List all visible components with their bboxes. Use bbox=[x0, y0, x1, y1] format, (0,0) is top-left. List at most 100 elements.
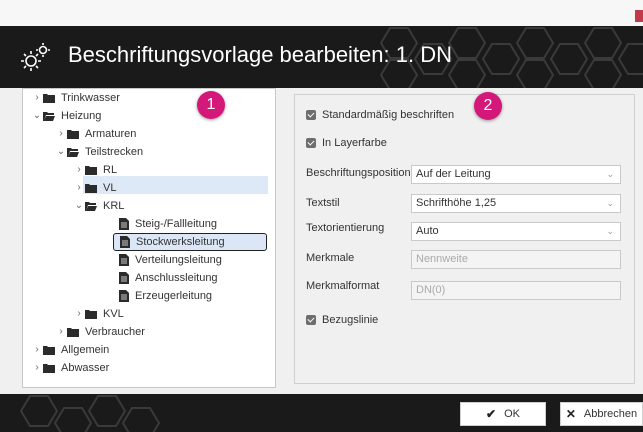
tree-item-vl[interactable]: › VL bbox=[73, 179, 116, 197]
tree-item-stockwerksleitung[interactable]: Stockwerksleitung bbox=[113, 233, 267, 251]
tree-item-trinkwasser[interactable]: › Trinkwasser bbox=[31, 89, 120, 107]
folder-icon bbox=[85, 165, 97, 175]
chevron-right-icon[interactable]: › bbox=[73, 161, 85, 179]
feature-format-field: DN(0) bbox=[411, 281, 621, 300]
tree-item-teilstrecken[interactable]: ⌄ Teilstrecken bbox=[55, 143, 143, 161]
layer-color-checkbox[interactable]: In Layerfarbe bbox=[306, 135, 387, 151]
tree-panel: 1 › Trinkwasser ⌄ Heizung › Armaturen ⌄ … bbox=[22, 88, 276, 388]
checkmark-icon: ✔ bbox=[486, 407, 497, 421]
checkbox-checked-icon[interactable] bbox=[306, 315, 316, 325]
tree-item-kvl[interactable]: › KVL bbox=[73, 305, 124, 323]
tree-item-label: Anschlussleitung bbox=[135, 272, 218, 284]
orientation-value: Auto bbox=[416, 225, 439, 237]
folder-open-icon bbox=[85, 201, 97, 211]
tree-item-label: Teilstrecken bbox=[85, 146, 144, 158]
folder-icon bbox=[85, 183, 97, 193]
tree-item-label: Verbraucher bbox=[85, 326, 145, 338]
tree-item-steig-fallleitung[interactable]: Steig-/Fallleitung bbox=[119, 215, 217, 233]
chevron-right-icon[interactable]: › bbox=[31, 89, 43, 107]
tree-item-label: Allgemein bbox=[61, 344, 110, 356]
tree-item-label: Stockwerksleitung bbox=[136, 236, 225, 248]
tree-item-label: Steig-/Fallleitung bbox=[135, 218, 217, 230]
document-icon bbox=[119, 290, 129, 302]
folder-icon bbox=[43, 345, 55, 355]
feature-format-label: Merkmalformat bbox=[306, 280, 380, 292]
tree-item-label: KRL bbox=[103, 200, 125, 212]
ok-label: OK bbox=[504, 408, 520, 420]
feature-format-placeholder: DN(0) bbox=[416, 284, 446, 296]
folder-open-icon bbox=[43, 111, 55, 121]
textstyle-dropdown[interactable]: Schrifthöhe 1,25 ⌄ bbox=[411, 194, 621, 213]
tree-item-label: KVL bbox=[103, 308, 124, 320]
chevron-down-icon: ⌄ bbox=[606, 198, 614, 208]
tree-item-label: Verteilungsleitung bbox=[135, 254, 222, 266]
chevron-right-icon[interactable]: › bbox=[31, 359, 43, 377]
standard-label-checkbox[interactable]: Standardmäßig beschriften bbox=[306, 107, 454, 123]
dialog-footer: ✔ OK ✕ Abbrechen bbox=[0, 394, 643, 432]
folder-icon bbox=[43, 363, 55, 373]
tree-item-heizung[interactable]: ⌄ Heizung bbox=[31, 107, 102, 125]
features-label: Merkmale bbox=[306, 252, 355, 264]
tree-item-label: RL bbox=[103, 164, 118, 176]
document-icon bbox=[119, 218, 129, 230]
folder-icon bbox=[67, 129, 79, 139]
hexagon-pattern bbox=[20, 395, 161, 432]
tree-item-label: Abwasser bbox=[61, 362, 110, 374]
tree-item-label: Armaturen bbox=[85, 128, 137, 140]
position-value: Auf der Leitung bbox=[416, 168, 491, 180]
dialog-content: 1 › Trinkwasser ⌄ Heizung › Armaturen ⌄ … bbox=[0, 88, 643, 394]
tree-item-armaturen[interactable]: › Armaturen bbox=[55, 125, 136, 143]
chevron-down-icon[interactable]: ⌄ bbox=[55, 143, 67, 161]
checkbox-checked-icon[interactable] bbox=[306, 110, 316, 120]
checkbox-checked-icon[interactable] bbox=[306, 138, 316, 148]
tree-item-rl[interactable]: › RL bbox=[73, 161, 117, 179]
window-accent bbox=[635, 10, 643, 22]
cancel-button[interactable]: ✕ Abbrechen bbox=[560, 402, 643, 426]
tree-item-krl[interactable]: ⌄ KRL bbox=[73, 197, 125, 215]
folder-icon bbox=[85, 309, 97, 319]
tree-item-label: Trinkwasser bbox=[61, 92, 120, 104]
folder-icon bbox=[67, 327, 79, 337]
position-dropdown[interactable]: Auf der Leitung ⌄ bbox=[411, 165, 621, 184]
close-icon: ✕ bbox=[565, 407, 576, 421]
badge-properties: 2 bbox=[474, 92, 502, 120]
tree-item-verbraucher[interactable]: › Verbraucher bbox=[55, 323, 145, 341]
checkbox-label: Standardmäßig beschriften bbox=[322, 109, 455, 121]
document-icon bbox=[119, 254, 129, 266]
tree-item-allgemein[interactable]: › Allgemein bbox=[31, 341, 109, 359]
tree-item-abwasser[interactable]: › Abwasser bbox=[31, 359, 109, 377]
ok-button[interactable]: ✔ OK bbox=[460, 402, 546, 426]
tree-item-anschlussleitung[interactable]: Anschlussleitung bbox=[119, 269, 218, 287]
document-icon bbox=[119, 272, 129, 284]
textstyle-value: Schrifthöhe 1,25 bbox=[416, 197, 497, 209]
cancel-label: Abbrechen bbox=[583, 408, 638, 420]
orientation-label: Textorientierung bbox=[306, 222, 385, 234]
position-label: Beschriftungsposition bbox=[306, 167, 411, 179]
checkbox-label: Bezugslinie bbox=[322, 314, 379, 326]
tree-item-label: Erzeugerleitung bbox=[135, 290, 213, 302]
badge-tree: 1 bbox=[197, 91, 225, 119]
tree-item-label: Heizung bbox=[61, 110, 102, 122]
folder-icon bbox=[43, 93, 55, 103]
tree-item-erzeugerleitung[interactable]: Erzeugerleitung bbox=[119, 287, 212, 305]
chevron-down-icon[interactable]: ⌄ bbox=[31, 107, 43, 125]
chevron-right-icon[interactable]: › bbox=[31, 341, 43, 359]
tree-item-verteilungsleitung[interactable]: Verteilungsleitung bbox=[119, 251, 222, 269]
chevron-right-icon[interactable]: › bbox=[73, 179, 85, 197]
chevron-right-icon[interactable]: › bbox=[55, 323, 67, 341]
dialog-header: Beschriftungsvorlage bearbeiten: 1. DN bbox=[0, 26, 643, 88]
gear-icon bbox=[21, 43, 50, 71]
textstyle-label: Textstil bbox=[306, 197, 340, 209]
chevron-right-icon[interactable]: › bbox=[73, 305, 85, 323]
chevron-down-icon: ⌄ bbox=[606, 169, 614, 179]
checkbox-label: In Layerfarbe bbox=[322, 137, 387, 149]
window-top-strip bbox=[0, 0, 643, 26]
chevron-right-icon[interactable]: › bbox=[55, 125, 67, 143]
folder-open-icon bbox=[67, 147, 79, 157]
dialog-title: Beschriftungsvorlage bearbeiten: 1. DN bbox=[68, 42, 452, 67]
chevron-down-icon[interactable]: ⌄ bbox=[73, 197, 85, 215]
orientation-dropdown[interactable]: Auto ⌄ bbox=[411, 222, 621, 241]
chevron-down-icon: ⌄ bbox=[606, 226, 614, 236]
reference-line-checkbox[interactable]: Bezugslinie bbox=[306, 312, 378, 328]
document-icon bbox=[120, 236, 130, 248]
